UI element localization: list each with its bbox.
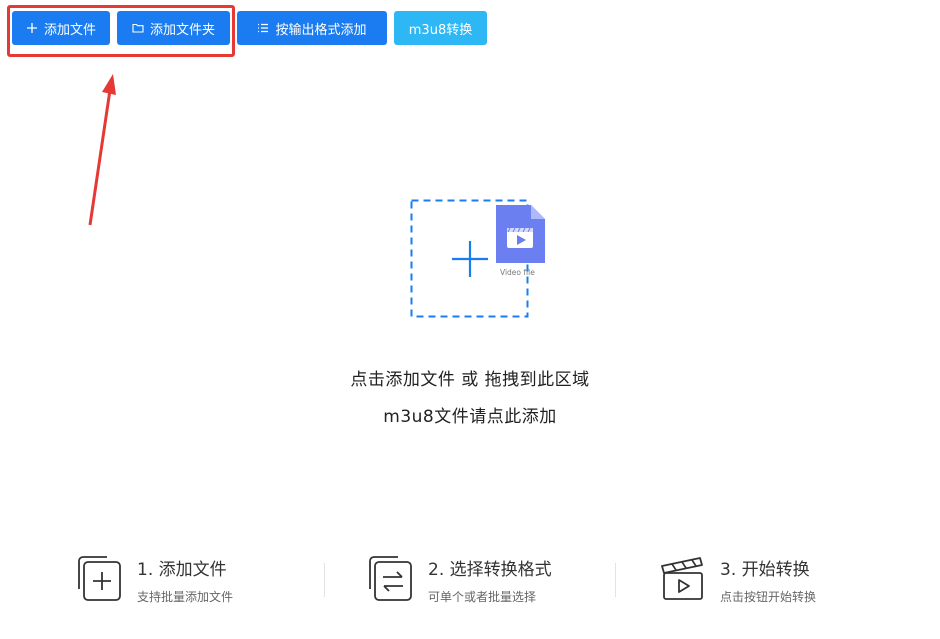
add-by-format-label: 按输出格式添加 [275,22,367,38]
start-convert-icon [661,557,703,600]
drop-zone[interactable]: Video file [410,199,550,321]
folder-icon [132,22,144,34]
add-file-label: 添加文件 [43,22,96,38]
video-file-icon [496,205,545,263]
list-icon [257,22,269,34]
m3u8-convert-button[interactable]: m3u8转换 [394,11,487,45]
add-file-icon [78,556,121,601]
step-2-desc: 可单个或者批量选择 [428,590,537,604]
step-start-convert: 3. 开始转换 点击按钮开始转换 [658,553,816,609]
add-folder-label: 添加文件夹 [149,22,215,38]
step-1-desc: 支持批量添加文件 [137,590,234,604]
plus-icon [26,22,38,34]
add-by-format-button[interactable]: 按输出格式添加 [237,11,387,45]
drop-hint-secondary[interactable]: m3u8文件请点此添加 [0,402,940,427]
step-1-title: 1. 添加文件 [137,560,227,580]
step-3-desc: 点击按钮开始转换 [720,590,817,604]
add-folder-button[interactable]: 添加文件夹 [117,11,230,45]
app-window: 添加文件 添加文件夹 按输出格式添加 m3u8转换 Video file 点击添… [0,0,940,639]
annotation-arrow-icon [88,74,116,226]
add-file-button[interactable]: 添加文件 [12,11,110,45]
step-add-file: 1. 添加文件 支持批量添加文件 [75,553,233,609]
drop-hint-primary: 点击添加文件 或 拖拽到此区域 [350,370,590,390]
plus-icon [452,241,488,277]
step-choose-format: 2. 选择转换格式 可单个或者批量选择 [366,553,552,609]
video-file-caption: Video file [500,268,535,277]
convert-format-icon [369,556,412,601]
step-2-title: 2. 选择转换格式 [428,560,552,580]
step-3-title: 3. 开始转换 [720,560,810,580]
step-divider [615,563,616,597]
m3u8-convert-label: m3u8转换 [408,22,473,38]
step-divider [324,563,325,597]
